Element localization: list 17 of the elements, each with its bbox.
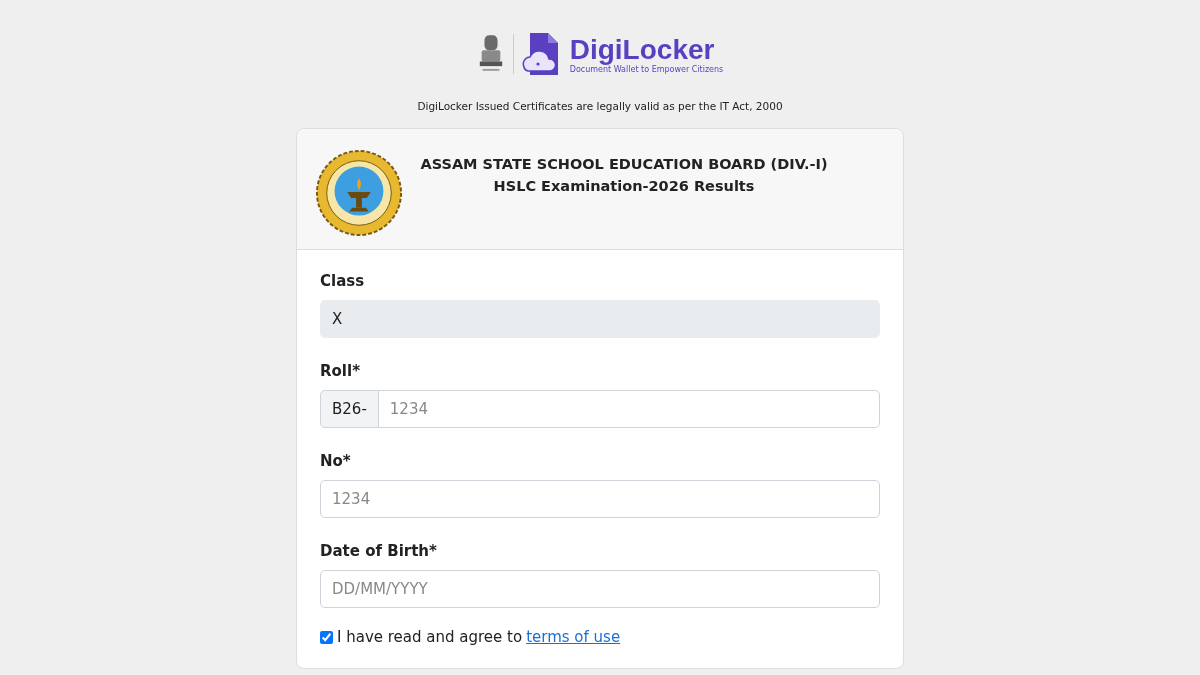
- field-label: Class: [320, 272, 366, 290]
- input-field[interactable]: DD/MM/YYYY: [320, 570, 880, 608]
- brand-tagline: Document Wallet to Empower Citizens: [569, 64, 724, 74]
- field-label: Date of Birth*: [320, 542, 438, 560]
- field-label: No*: [320, 452, 352, 470]
- brand-name: DigiLocker: [569, 34, 716, 65]
- field-label: Roll*: [320, 362, 361, 380]
- input-field[interactable]: 1234: [320, 480, 880, 518]
- board-seal-icon: [315, 149, 403, 237]
- exam-title: HSLC Examination-2026 Results: [493, 178, 755, 194]
- terms-link[interactable]: terms of use: [526, 628, 621, 646]
- agree-checkbox[interactable]: [320, 630, 333, 644]
- agree-text: I have read and agree to: [337, 628, 523, 646]
- roll-prefix: B26-: [320, 390, 379, 428]
- legal-notice: DigiLocker Issued Certificates are legally valid as per the IT Act, 2000: [417, 100, 783, 112]
- input-field[interactable]: 1234: [378, 390, 880, 428]
- board-title: ASSAM STATE SCHOOL EDUCATION BOARD (DIV.-I): [420, 156, 828, 172]
